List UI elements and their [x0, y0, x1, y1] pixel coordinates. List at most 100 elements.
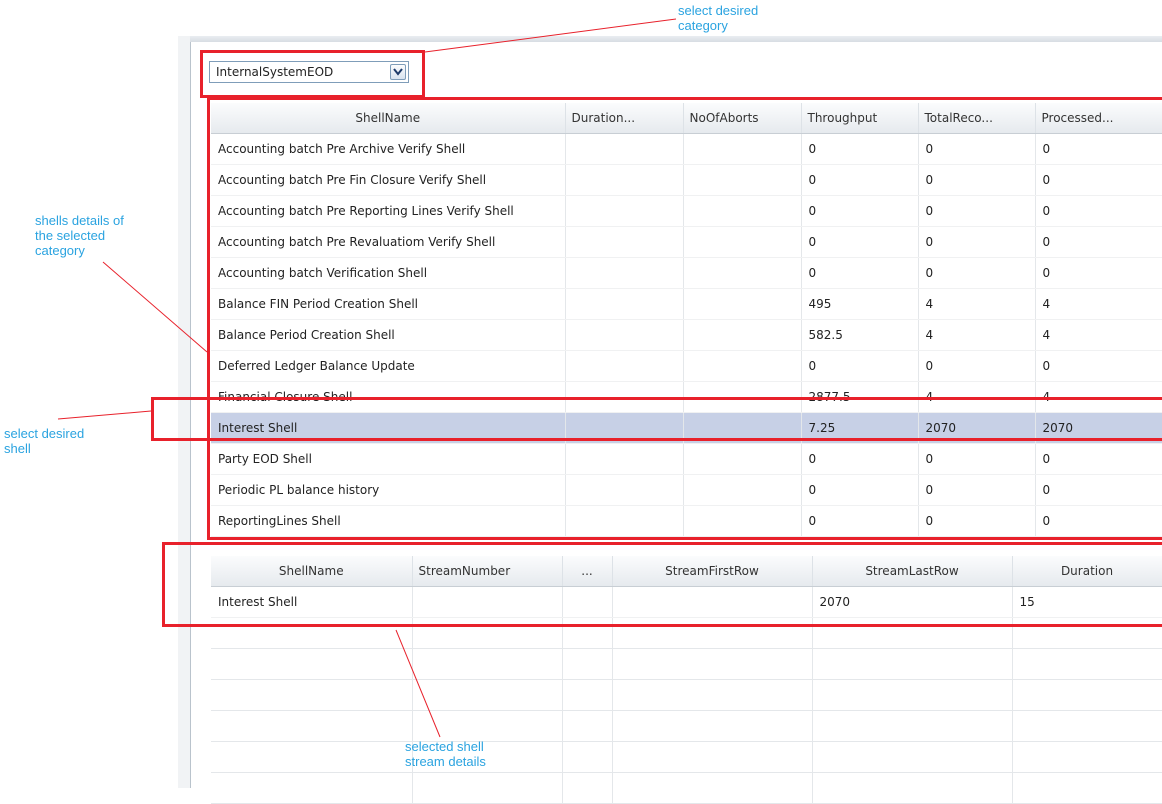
shells-row[interactable]: Financial Closure Shell 2877.5 4 4 — [211, 381, 1162, 413]
shells-cell: 0 — [1035, 474, 1162, 506]
shells-cell: 0 — [801, 195, 919, 227]
shells-cell — [565, 505, 684, 537]
shells-row[interactable]: Party EOD Shell 0 0 0 — [211, 443, 1162, 475]
shells-cell: Accounting batch Verification Shell — [211, 257, 566, 289]
streams-col-header[interactable]: StreamLastRow — [812, 556, 1013, 587]
shells-cell — [565, 288, 684, 320]
shells-cell: 0 — [918, 226, 1036, 258]
streams-header-row: ShellName StreamNumber... StreamFirstRow St… — [211, 556, 1162, 587]
shells-cell: 0 — [918, 164, 1036, 196]
shells-cell — [565, 350, 684, 382]
shells-cell: 4 — [918, 381, 1036, 413]
streams-empty-row — [211, 617, 1162, 649]
shells-cell — [683, 257, 802, 289]
category-select[interactable]: InternalSystemEOD — [209, 61, 409, 83]
shells-col-header[interactable]: Throughput — [801, 103, 919, 134]
shells-cell: 0 — [1035, 505, 1162, 537]
shells-cell: 0 — [801, 443, 919, 475]
shells-cell — [683, 474, 802, 506]
shells-cell — [683, 412, 802, 444]
shells-cell: 0 — [918, 505, 1036, 537]
shells-cell: Party EOD Shell — [211, 443, 566, 475]
shells-cell: 0 — [1035, 350, 1162, 382]
shells-row[interactable]: Periodic PL balance history 0 0 0 — [211, 474, 1162, 506]
shells-cell: 4 — [918, 319, 1036, 351]
shells-cell: 0 — [918, 443, 1036, 475]
streams-cell: 2070 — [812, 586, 1013, 618]
shells-cell: 0 — [1035, 133, 1162, 165]
shells-cell — [683, 164, 802, 196]
shells-row[interactable]: Deferred Ledger Balance Update 0 0 0 — [211, 350, 1162, 382]
shells-row[interactable]: Accounting batch Pre Archive Verify Shel… — [211, 133, 1162, 165]
streams-empty-row — [211, 648, 1162, 680]
shells-cell: 0 — [1035, 257, 1162, 289]
shells-col-header[interactable]: Processed... — [1035, 103, 1162, 134]
shells-cell: 0 — [918, 133, 1036, 165]
shells-cell — [565, 381, 684, 413]
category-select-value: InternalSystemEOD — [216, 65, 334, 79]
streams-col-header[interactable]: ... — [562, 556, 613, 587]
shells-cell — [683, 288, 802, 320]
shells-cell — [683, 350, 802, 382]
shells-cell: Accounting batch Pre Fin Closure Verify … — [211, 164, 566, 196]
panel-left-edge — [178, 36, 190, 788]
shells-cell — [565, 226, 684, 258]
streams-col-header[interactable]: StreamNumber — [412, 556, 563, 587]
streams-row[interactable]: Interest Shell 2070 15 — [211, 586, 1162, 618]
shells-cell: 2070 — [918, 412, 1036, 444]
shells-cell: 0 — [1035, 195, 1162, 227]
annotation-category: select desired category — [678, 3, 759, 33]
shells-cell: Accounting batch Pre Archive Verify Shel… — [211, 133, 566, 165]
shells-row[interactable]: Accounting batch Pre Revaluatiom Verify … — [211, 226, 1162, 258]
shells-cell: 0 — [801, 505, 919, 537]
shells-row[interactable]: Balance Period Creation Shell 582.5 4 4 — [211, 319, 1162, 351]
shells-row[interactable]: Interest Shell 7.25 2070 2070 — [211, 412, 1162, 444]
shells-cell — [565, 412, 684, 444]
streams-cell — [412, 586, 563, 618]
shells-col-header[interactable]: Duration... — [565, 103, 684, 134]
shells-row[interactable]: Balance FIN Period Creation Shell 495 4 4 — [211, 288, 1162, 320]
streams-empty-row — [211, 772, 1162, 804]
shells-row[interactable]: Accounting batch Pre Fin Closure Verify … — [211, 164, 1162, 196]
shells-cell: 0 — [801, 226, 919, 258]
shells-cell: 0 — [801, 164, 919, 196]
shells-cell: 7.25 — [801, 412, 919, 444]
shells-col-header[interactable]: TotalReco... — [918, 103, 1036, 134]
shells-cell: 0 — [1035, 164, 1162, 196]
shells-cell: 0 — [918, 257, 1036, 289]
shells-cell: 0 — [801, 257, 919, 289]
annotation-stream: selected shell stream details — [405, 739, 486, 769]
streams-col-header[interactable]: ShellName — [211, 556, 413, 587]
shells-cell — [683, 133, 802, 165]
streams-col-header[interactable]: Duration — [1012, 556, 1162, 587]
shells-cell — [683, 381, 802, 413]
shells-cell: Interest Shell — [211, 412, 566, 444]
shells-cell: Periodic PL balance history — [211, 474, 566, 506]
streams-empty-row — [211, 741, 1162, 773]
streams-empty-row — [211, 679, 1162, 711]
shells-cell — [565, 443, 684, 475]
annotation-shells: shells details of the selected category — [35, 213, 124, 258]
shells-cell — [565, 133, 684, 165]
shells-cell — [683, 319, 802, 351]
shells-row[interactable]: ReportingLines Shell 0 0 0 — [211, 505, 1162, 537]
shells-cell: 4 — [1035, 381, 1162, 413]
annotation-shell: select desired shell — [4, 426, 85, 456]
shells-cell: 0 — [1035, 226, 1162, 258]
shells-cell: 0 — [801, 350, 919, 382]
shells-cell: 582.5 — [801, 319, 919, 351]
shells-row[interactable]: Accounting batch Pre Reporting Lines Ver… — [211, 195, 1162, 227]
streams-empty-row — [211, 710, 1162, 742]
shells-cell: Balance Period Creation Shell — [211, 319, 566, 351]
shells-cell: 4 — [1035, 288, 1162, 320]
streams-cell — [612, 586, 813, 618]
shells-col-header[interactable]: ShellName — [211, 103, 566, 134]
shells-cell: 0 — [918, 350, 1036, 382]
shells-col-header[interactable]: NoOfAborts — [683, 103, 802, 134]
shells-row[interactable]: Accounting batch Verification Shell 0 0 0 — [211, 257, 1162, 289]
streams-col-header[interactable]: StreamFirstRow — [612, 556, 813, 587]
shells-cell: Accounting batch Pre Reporting Lines Ver… — [211, 195, 566, 227]
shells-cell: Financial Closure Shell — [211, 381, 566, 413]
dropdown-button[interactable] — [390, 64, 406, 80]
shells-cell — [683, 226, 802, 258]
